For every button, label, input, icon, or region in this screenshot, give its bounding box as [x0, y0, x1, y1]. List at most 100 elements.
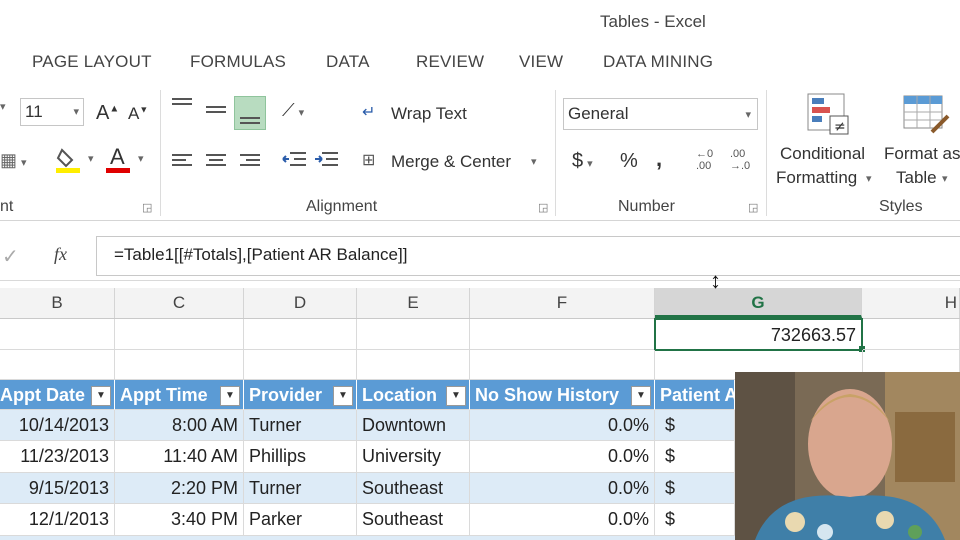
cell[interactable]: [863, 319, 960, 350]
conditional-formatting-line1[interactable]: Conditional: [780, 144, 865, 164]
merge-center-button[interactable]: Merge & Center: [391, 152, 511, 172]
dialog-launcher-icon[interactable]: ◲: [748, 201, 758, 214]
column-header-d[interactable]: D: [244, 288, 357, 318]
table-cell[interactable]: Parker: [244, 504, 357, 536]
border-icon[interactable]: ▦ ▾: [0, 150, 27, 171]
chevron-down-icon[interactable]: ▾: [88, 152, 94, 165]
table-cell[interactable]: 9/15/2013: [0, 473, 115, 504]
wrap-text-button[interactable]: Wrap Text: [391, 104, 467, 124]
table-header-cell[interactable]: No Show History ▼: [470, 380, 655, 410]
cell[interactable]: [115, 319, 244, 350]
column-header-e[interactable]: E: [357, 288, 470, 318]
enter-check-icon[interactable]: ✓: [2, 244, 19, 269]
align-left-icon[interactable]: [170, 152, 194, 175]
table-cell[interactable]: 10/14/2013: [0, 410, 115, 441]
align-top-icon[interactable]: [170, 96, 194, 119]
cell[interactable]: [0, 319, 115, 350]
tab-formulas[interactable]: FORMULAS: [190, 52, 286, 72]
align-bottom-icon[interactable]: [234, 96, 266, 130]
shrink-font-icon[interactable]: A▼: [128, 104, 148, 124]
table-header-cell[interactable]: Provider ▼: [244, 380, 357, 410]
font-name-dropdown-arrow[interactable]: ▾: [0, 100, 6, 113]
filter-dropdown-icon[interactable]: ▼: [333, 386, 353, 406]
font-size-box[interactable]: 11 ▾: [20, 98, 84, 126]
table-cell[interactable]: 0.0%: [470, 441, 655, 473]
table-cell[interactable]: Phillips: [244, 441, 357, 473]
table-cell[interactable]: University: [357, 441, 470, 473]
dialog-launcher-icon[interactable]: ◲: [538, 201, 548, 214]
conditional-formatting-line2[interactable]: Formatting: [776, 168, 857, 188]
chevron-down-icon[interactable]: ▾: [531, 155, 537, 168]
header-label: Appt Time: [120, 385, 208, 405]
table-cell[interactable]: $: [655, 410, 735, 441]
column-header-g[interactable]: G: [655, 288, 862, 318]
table-cell[interactable]: $: [655, 504, 735, 536]
chevron-down-icon[interactable]: ▾: [138, 152, 144, 165]
cell[interactable]: [470, 319, 655, 350]
tab-data-mining[interactable]: DATA MINING: [603, 52, 713, 72]
table-cell[interactable]: 12/1/2013: [0, 504, 115, 536]
table-header-cell[interactable]: Patient A: [655, 380, 735, 410]
table-cell[interactable]: $: [655, 473, 735, 504]
dialog-launcher-icon[interactable]: ◲: [142, 201, 152, 214]
align-middle-icon[interactable]: [204, 102, 228, 125]
align-right-icon[interactable]: [238, 152, 262, 175]
cell[interactable]: [244, 350, 357, 380]
tab-data[interactable]: DATA: [326, 52, 370, 72]
wrap-text-icon[interactable]: ↵: [362, 102, 375, 122]
filter-dropdown-icon[interactable]: ▼: [91, 386, 111, 406]
chevron-down-icon[interactable]: ▾: [866, 172, 872, 185]
fill-color-icon[interactable]: [56, 146, 82, 179]
decrease-indent-icon[interactable]: [282, 150, 308, 175]
align-center-icon[interactable]: [204, 152, 228, 175]
cell[interactable]: [357, 319, 470, 350]
filter-dropdown-icon[interactable]: ▼: [220, 386, 240, 406]
table-cell[interactable]: 2:20 PM: [115, 473, 244, 504]
table-cell[interactable]: Turner: [244, 410, 357, 441]
active-cell-g[interactable]: 732663.57: [654, 318, 863, 351]
orientation-icon[interactable]: ⟋ ▾: [282, 100, 304, 121]
table-cell[interactable]: 0.0%: [470, 504, 655, 536]
table-cell[interactable]: 8:00 AM: [115, 410, 244, 441]
currency-format-button[interactable]: $ ▾: [572, 150, 593, 173]
tab-review[interactable]: REVIEW: [416, 52, 484, 72]
cell[interactable]: [470, 350, 655, 380]
table-cell[interactable]: 3:40 PM: [115, 504, 244, 536]
format-as-table-button[interactable]: Format as Table ▾: [884, 144, 960, 194]
table-cell[interactable]: 0.0%: [470, 410, 655, 441]
filter-dropdown-icon[interactable]: ▼: [446, 386, 466, 406]
merge-center-icon[interactable]: ⊞: [362, 150, 375, 170]
table-cell[interactable]: 11/23/2013: [0, 441, 115, 473]
percent-format-button[interactable]: %: [620, 150, 638, 173]
table-header-cell[interactable]: Appt Time ▼: [115, 380, 244, 410]
cell[interactable]: [0, 350, 115, 380]
table-cell[interactable]: Turner: [244, 473, 357, 504]
header-label: Location: [362, 385, 437, 405]
column-header-c[interactable]: C: [115, 288, 244, 318]
tab-view[interactable]: VIEW: [519, 52, 563, 72]
cell[interactable]: [357, 350, 470, 380]
column-header-f[interactable]: F: [470, 288, 655, 318]
grow-font-icon[interactable]: A▲: [96, 102, 119, 125]
cell[interactable]: [244, 319, 357, 350]
tab-page-layout[interactable]: PAGE LAYOUT: [32, 52, 152, 72]
table-cell[interactable]: $: [655, 441, 735, 473]
comma-format-button[interactable]: ,: [656, 146, 662, 172]
increase-indent-icon[interactable]: [314, 150, 340, 175]
column-header-h[interactable]: H: [863, 288, 960, 318]
table-cell[interactable]: Southeast: [357, 504, 470, 536]
table-cell[interactable]: 11:40 AM: [115, 441, 244, 473]
table-cell[interactable]: Southeast: [357, 473, 470, 504]
font-color-icon[interactable]: A: [106, 144, 132, 179]
table-cell[interactable]: 0.0%: [470, 473, 655, 504]
filter-dropdown-icon[interactable]: ▼: [631, 386, 651, 406]
table-header-cell[interactable]: Location ▼: [357, 380, 470, 410]
number-format-dropdown[interactable]: General ▾: [563, 98, 758, 130]
column-header-b[interactable]: B: [0, 288, 115, 318]
table-cell[interactable]: Downtown: [357, 410, 470, 441]
decrease-decimal-icon[interactable]: .00 →.0: [730, 148, 750, 172]
increase-decimal-icon[interactable]: ←0.00: [696, 148, 713, 172]
cell[interactable]: [115, 350, 244, 380]
table-header-cell[interactable]: Appt Date ▼: [0, 380, 115, 410]
insert-function-icon[interactable]: fx: [54, 244, 67, 265]
